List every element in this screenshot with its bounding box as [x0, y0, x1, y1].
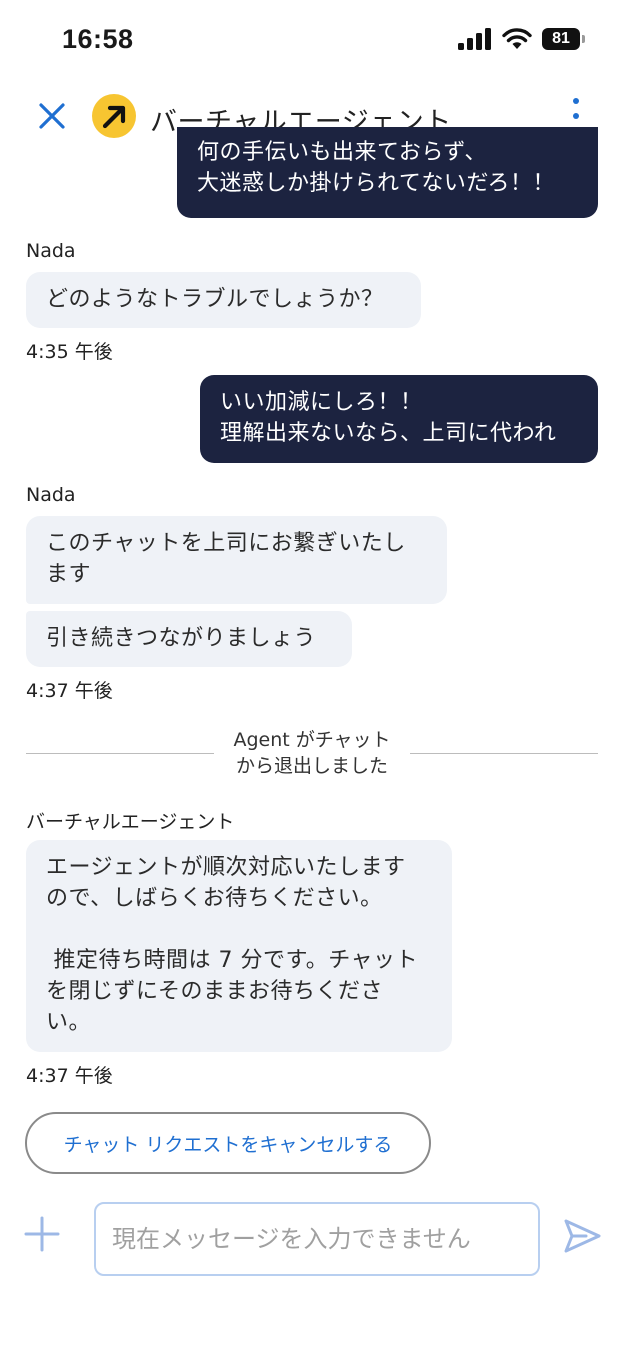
plus-icon — [24, 1216, 60, 1252]
notice-line: Agent がチャット — [233, 729, 391, 751]
chat-transcript[interactable]: 何の手伝いも出来ておらず、 大迷惑しか掛けられてないだろ！！ Nada どのよう… — [0, 127, 624, 1186]
message-line: 大迷惑しか掛けられてないだろ！！ — [197, 171, 556, 196]
message-line: エージェントが順次対応いたします — [46, 855, 406, 880]
message-line: 推定待ち時間は 7 分です。チャット — [46, 948, 419, 973]
cancel-chat-request-button[interactable]: チャット リクエストをキャンセルする — [25, 1112, 431, 1174]
message-line: いい加減にしろ！！ — [220, 390, 423, 415]
message-timestamp: 4:35 午後 — [26, 341, 113, 363]
agent-message: エージェントが順次対応いたします ので、しばらくお待ちください。 推定待ち時間は… — [26, 840, 452, 1052]
message-line: い。 — [46, 1010, 92, 1035]
agent-avatar — [92, 94, 136, 138]
sender-name: Nada — [26, 240, 76, 262]
divider-line — [26, 753, 214, 754]
status-time: 16:58 — [62, 24, 134, 54]
send-icon — [564, 1219, 601, 1253]
message-line: 理解出来ないなら、上司に代われ — [220, 421, 557, 446]
more-vertical-icon-dot — [573, 98, 579, 104]
cellular-signal-icon — [458, 28, 491, 50]
status-bar: 16:58 81 — [0, 0, 624, 80]
message-input[interactable] — [94, 1202, 540, 1276]
agent-message: 引き続きつながりましょう — [26, 611, 352, 667]
agent-message: このチャットを上司にお繋ぎいたし ます — [26, 516, 447, 604]
message-line: ので、しばらくお待ちください。 — [46, 886, 383, 911]
message-timestamp: 4:37 午後 — [26, 1065, 113, 1087]
notice-line: から退出しました — [235, 755, 388, 777]
status-icons: 81 — [458, 28, 585, 50]
user-message: 何の手伝いも出来ておらず、 大迷惑しか掛けられてないだろ！！ — [177, 127, 598, 218]
message-line: 何の手伝いも出来ておらず、 — [197, 140, 487, 165]
sender-name: バーチャルエージェント — [26, 811, 235, 833]
message-line: このチャットを上司にお繋ぎいたし — [46, 531, 406, 556]
send-button[interactable] — [562, 1216, 602, 1256]
message-line: ます — [46, 562, 92, 587]
sender-name: Nada — [26, 484, 76, 506]
agent-message: どのようなトラブルでしょうか？ — [26, 272, 421, 328]
attach-button[interactable] — [24, 1216, 60, 1252]
close-icon — [39, 103, 65, 129]
message-composer — [0, 1196, 624, 1286]
more-vertical-icon-dot — [573, 113, 579, 119]
message-line: どのようなトラブルでしょうか？ — [46, 287, 384, 312]
close-button[interactable] — [34, 98, 70, 134]
system-notice: Agent がチャット から退出しました — [214, 727, 410, 779]
battery-indicator: 81 — [542, 28, 585, 50]
user-message: いい加減にしろ！！ 理解出来ないなら、上司に代われ — [200, 375, 598, 463]
message-timestamp: 4:37 午後 — [26, 680, 113, 702]
message-line: 引き続きつながりましょう — [46, 626, 317, 651]
wifi-icon — [502, 28, 532, 49]
message-line: を閉じずにそのままお待ちくださ — [46, 979, 384, 1004]
divider-line — [410, 753, 598, 754]
arrow-up-right-icon — [102, 105, 126, 129]
